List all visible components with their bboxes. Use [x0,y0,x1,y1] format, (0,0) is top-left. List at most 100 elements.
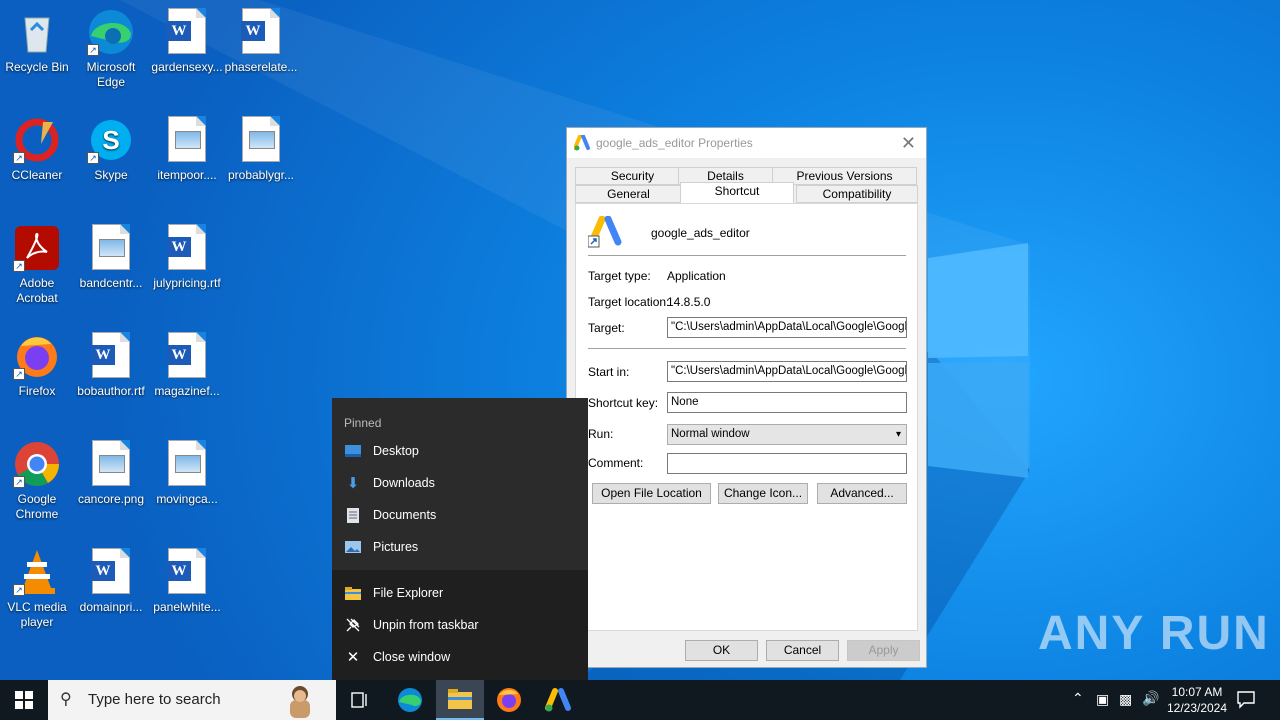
jumplist-item-unpin[interactable]: Unpin from taskbar [332,609,588,641]
shortcut-arrow-icon: ↗ [13,260,25,272]
jumplist-item-file-explorer[interactable]: File Explorer [332,577,588,609]
run-select-value: Normal window [671,428,750,440]
firefox-shortcut[interactable]: ↗ Firefox [0,332,74,399]
open-file-location-button[interactable]: Open File Location [592,483,711,504]
jumplist-item-label: File Explorer [373,586,444,600]
search-highlight-illustration-icon [290,686,310,718]
clock[interactable]: 10:07 AM 12/23/2024 [1164,684,1230,716]
image-file[interactable]: bandcentr... [74,224,148,291]
image-file[interactable]: movingca... [150,440,224,507]
taskbar-edge[interactable] [386,680,434,720]
image-file-icon [87,440,135,488]
shortcut-key-field[interactable]: None [667,392,907,413]
comment-label: Comment: [588,456,644,470]
taskbar-search-box[interactable]: ⚲ Type here to search [48,680,336,720]
taskbar-firefox[interactable] [485,680,533,720]
microsoft-edge-shortcut[interactable]: ↗ Microsoft Edge [74,8,148,90]
target-location-value: 14.8.5.0 [667,295,711,309]
image-file-icon [163,440,211,488]
shortcut-arrow-icon: ↗ [13,584,25,596]
properties-dialog: google_ads_editor Properties ✕ Security … [566,127,927,668]
shortcut-arrow-icon: ↗ [87,44,99,56]
action-center-button[interactable] [1236,689,1256,712]
image-file-icon [87,224,135,272]
task-view-button[interactable] [336,680,384,720]
target-type-value: Application [667,269,726,283]
search-placeholder: Type here to search [88,691,221,708]
start-in-field[interactable]: "C:\Users\admin\AppData\Local\Google\Goo… [667,361,907,382]
dialog-titlebar[interactable]: google_ads_editor Properties [567,128,926,158]
vlc-shortcut[interactable]: ↗ VLC media player [0,548,74,630]
word-file[interactable]: W domainpri... [74,548,148,615]
target-label: Target: [588,321,625,335]
run-select[interactable]: Normal window ▾ [667,424,907,445]
pictures-icon [345,539,361,555]
meet-now-icon[interactable]: ▣ [1096,691,1109,708]
close-icon: ✕ [346,649,360,666]
tab-shortcut[interactable]: Shortcut [680,182,794,203]
firefox-icon [497,688,521,712]
skype-shortcut[interactable]: S ↗ Skype [74,116,148,183]
unpin-icon [345,617,361,633]
volume-icon[interactable]: 🔊 [1142,690,1159,707]
start-in-label: Start in: [588,365,630,379]
jumplist-item-desktop[interactable]: Desktop [332,435,588,467]
download-arrow-icon: ⬇ [346,475,360,492]
divider [588,255,906,256]
recycle-bin-icon [13,8,61,56]
shortcut-arrow-icon: ↗ [87,152,99,164]
ccleaner-shortcut[interactable]: ↗ CCleaner [0,116,74,183]
start-button[interactable] [0,680,48,720]
image-file[interactable]: itempoor.... [150,116,224,183]
cancel-button[interactable]: Cancel [766,640,839,661]
run-label: Run: [588,427,614,441]
taskbar-google-ads-editor[interactable] [534,680,582,720]
apply-button[interactable]: Apply [847,640,920,661]
network-icon[interactable]: ▩ [1119,691,1132,708]
target-location-label: Target location: [588,295,670,309]
jumplist-item-label: Unpin from taskbar [373,618,479,632]
word-file[interactable]: W panelwhite... [150,548,224,615]
change-icon-button[interactable]: Change Icon... [718,483,808,504]
chevron-down-icon: ▾ [895,429,901,440]
jumplist-actions: File Explorer Unpin from taskbar ✕ Close… [332,570,588,680]
folder-icon [345,585,361,601]
chevron-up-icon[interactable]: ⌃ [1072,690,1084,707]
recycle-bin-shortcut[interactable]: Recycle Bin [0,8,74,75]
tab-security[interactable]: Security [575,167,690,185]
jumplist-item-downloads[interactable]: ⬇ Downloads [332,467,588,499]
notification-icon [1237,691,1255,709]
taskbar-file-explorer[interactable] [436,680,484,720]
word-file[interactable]: W phaserelate... [224,8,298,75]
word-document-icon: W [163,332,211,380]
image-file[interactable]: cancore.png [74,440,148,507]
google-chrome-icon: ↗ [13,440,61,488]
image-file-icon [163,116,211,164]
advanced-button[interactable]: Advanced... [817,483,907,504]
clock-time: 10:07 AM [1171,685,1223,699]
tab-compatibility[interactable]: Compatibility [796,185,918,203]
close-icon[interactable]: ✕ [901,133,916,154]
target-field[interactable]: "C:\Users\admin\AppData\Local\Google\Goo… [667,317,907,338]
google-chrome-shortcut[interactable]: ↗ Google Chrome [0,440,74,522]
firefox-icon: ↗ [13,332,61,380]
word-file[interactable]: W julypricing.rtf [150,224,224,291]
ok-button[interactable]: OK [685,640,758,661]
jumplist-item-close-window[interactable]: ✕ Close window [332,641,588,673]
comment-field[interactable] [667,453,907,474]
jumplist-item-documents[interactable]: Documents [332,499,588,531]
jumplist-item-pictures[interactable]: Pictures [332,531,588,563]
jumplist-item-label: Downloads [373,476,435,490]
windows-logo-icon [15,691,33,709]
adobe-acrobat-shortcut[interactable]: ↗ Adobe Acrobat [0,224,74,306]
word-file[interactable]: W magazinef... [150,332,224,399]
word-file[interactable]: W bobauthor.rtf [74,332,148,399]
ccleaner-icon: ↗ [13,116,61,164]
divider [588,348,906,349]
jumplist-item-label: Documents [373,508,437,522]
image-file[interactable]: probablygr... [224,116,298,183]
vlc-cone-icon: ↗ [13,548,61,596]
tab-general[interactable]: General [575,185,682,203]
word-file[interactable]: W gardensexy... [150,8,224,75]
jumplist-item-label: Close window [373,650,451,664]
